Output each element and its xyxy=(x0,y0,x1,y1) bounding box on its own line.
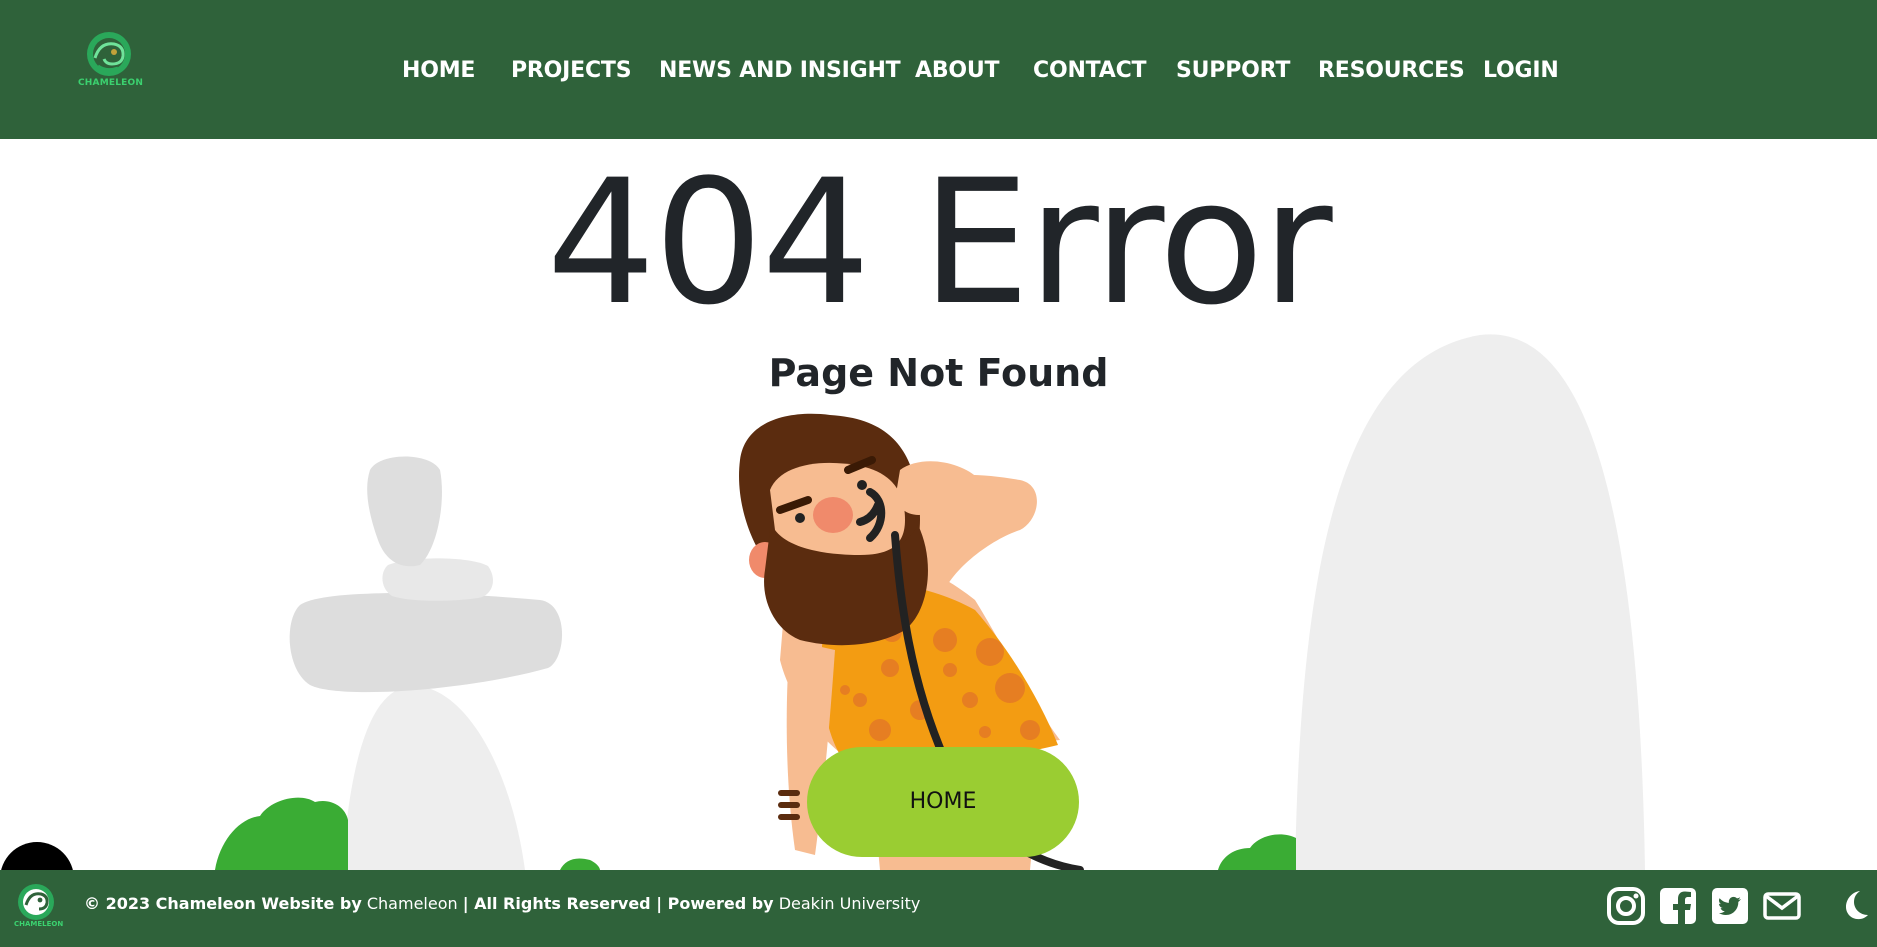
bush-left xyxy=(215,797,348,870)
stone-slab xyxy=(289,593,563,693)
copyright-text: © 2023 Chameleon Website by xyxy=(84,894,362,913)
footer: CHAMELEON © 2023 Chameleon Website by Ch… xyxy=(0,870,1877,947)
error-subtitle: Page Not Found xyxy=(768,351,1109,395)
footer-logo-text: CHAMELEON xyxy=(14,920,64,928)
nav-home[interactable]: HOME xyxy=(402,56,475,86)
bracelet xyxy=(778,790,800,820)
bush-mid xyxy=(560,858,600,870)
nav-login[interactable]: LOGIN xyxy=(1483,56,1559,86)
stone-middle xyxy=(382,558,493,601)
nav-projects[interactable]: PROJECTS xyxy=(511,56,632,86)
footer-copyright: © 2023 Chameleon Website by Chameleon | … xyxy=(84,892,920,916)
home-button[interactable]: HOME xyxy=(807,747,1079,857)
caveman-eye-right xyxy=(857,480,867,490)
university-link[interactable]: Deakin University xyxy=(779,894,921,913)
email-icon[interactable] xyxy=(1762,886,1802,926)
navbar: CHAMELEON HOME PROJECTS NEWS AND INSIGHT… xyxy=(0,0,1877,139)
nav-news-and-insight[interactable]: NEWS AND INSIGHT xyxy=(659,56,901,86)
nav-contact[interactable]: CONTACT xyxy=(1033,56,1147,86)
nav-resources[interactable]: RESOURCES xyxy=(1318,56,1465,86)
footer-logo[interactable]: CHAMELEON xyxy=(14,882,64,932)
rights-text: | All Rights Reserved | Powered by xyxy=(462,894,774,913)
stone-base xyxy=(342,685,525,870)
author-link[interactable]: Chameleon xyxy=(367,894,458,913)
twitter-icon[interactable] xyxy=(1710,886,1750,926)
caveman-nose xyxy=(813,497,853,533)
facebook-icon[interactable] xyxy=(1658,886,1698,926)
tall-stone xyxy=(1295,334,1645,870)
moon-icon[interactable] xyxy=(1838,888,1872,922)
caveman-eye-left xyxy=(795,513,805,523)
error-title: 404 Error xyxy=(546,142,1332,343)
main-nav: HOME PROJECTS NEWS AND INSIGHT ABOUT CON… xyxy=(0,56,1877,86)
nav-support[interactable]: SUPPORT xyxy=(1176,56,1290,86)
bush-right xyxy=(1218,834,1296,870)
stone-top xyxy=(367,456,442,567)
nav-about[interactable]: ABOUT xyxy=(915,56,1000,86)
instagram-icon[interactable] xyxy=(1606,886,1646,926)
